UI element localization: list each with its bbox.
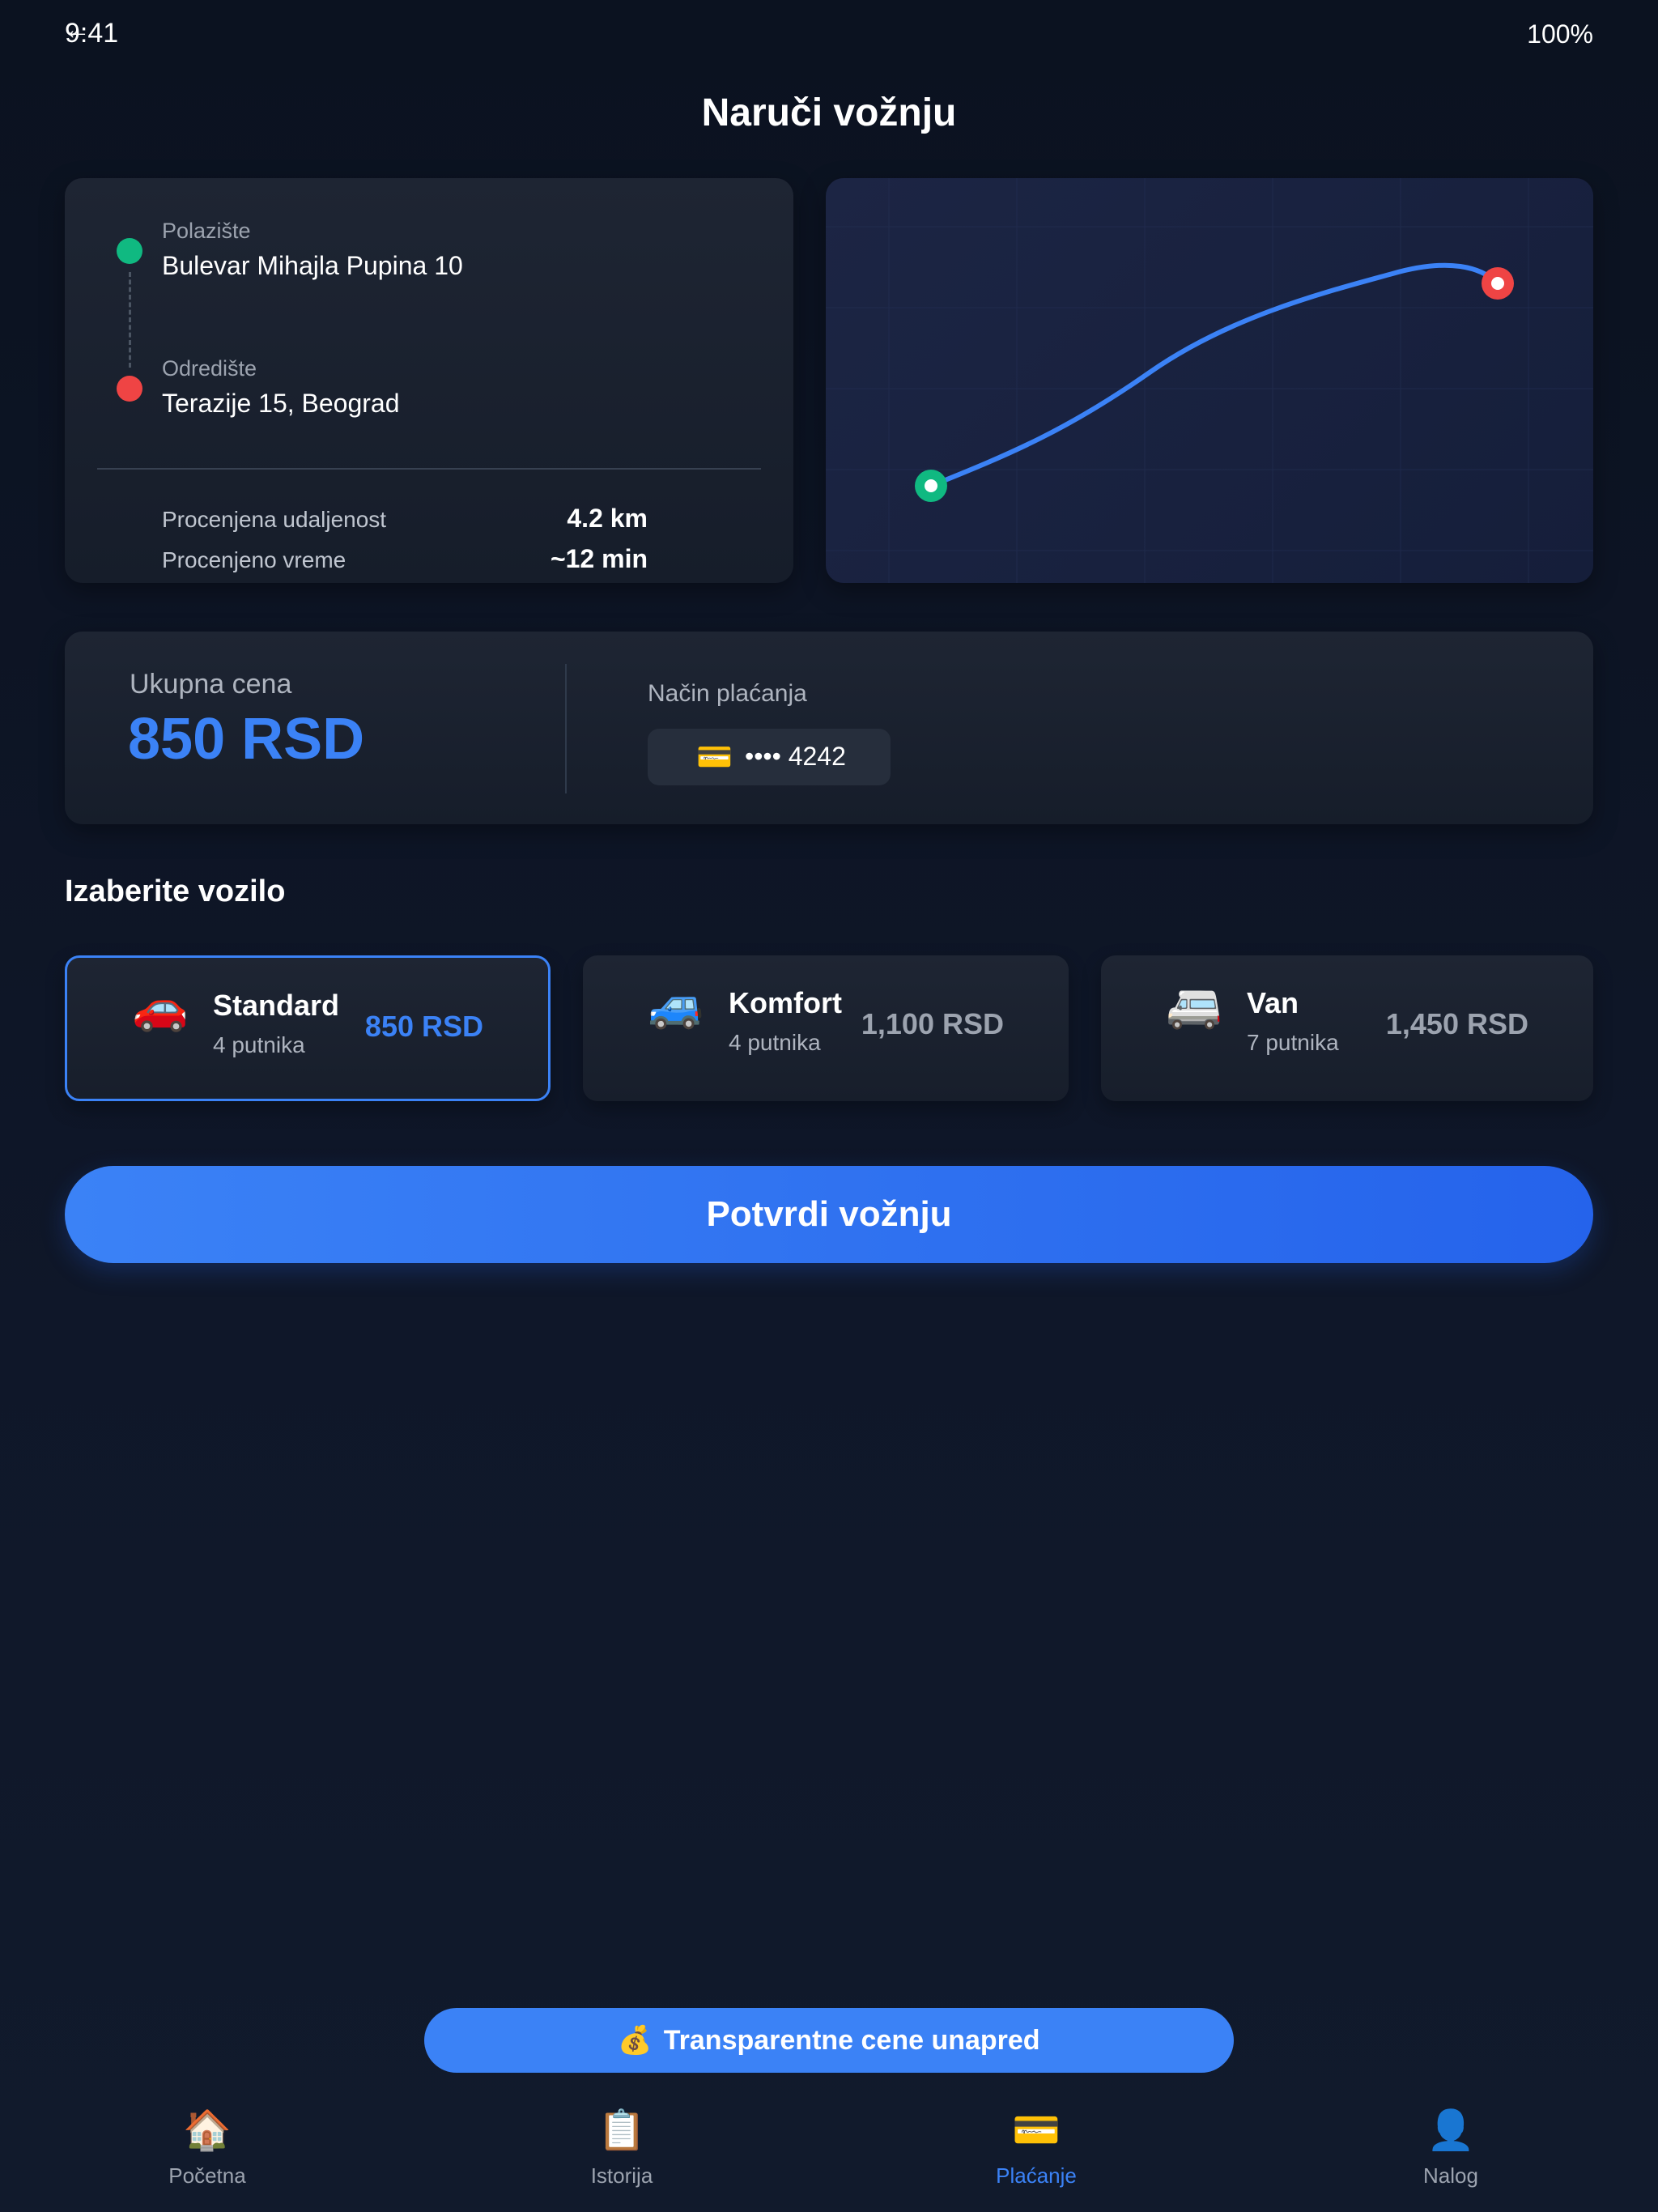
tab-history[interactable]: 📋 Istorija bbox=[500, 2105, 743, 2189]
vehicle-seats: 4 putnika bbox=[213, 1032, 305, 1057]
tab-label: Istorija bbox=[590, 2163, 653, 2188]
credit-card-icon: 💳 bbox=[1012, 2109, 1061, 2152]
tab-home[interactable]: 🏠 Početna bbox=[86, 2105, 329, 2189]
card-number: •••• 4242 bbox=[745, 742, 846, 771]
home-icon: 🏠 bbox=[183, 2109, 232, 2152]
tab-label: Početna bbox=[168, 2163, 246, 2188]
promo-banner[interactable]: 💰 Transparentne cene unapred bbox=[424, 2008, 1234, 2073]
price-divider bbox=[565, 664, 567, 793]
vehicle-price: 1,100 RSD bbox=[861, 1007, 1004, 1040]
tab-account[interactable]: 👤 Nalog bbox=[1329, 2105, 1572, 2189]
vehicle-option-van[interactable]: 🚐 Van 7 putnika 1,450 RSD bbox=[1101, 955, 1593, 1101]
vehicle-name: Standard bbox=[213, 989, 340, 1022]
promo-text: Transparentne cene unapred bbox=[663, 2024, 1040, 2056]
vehicle-section-title: Izaberite vozilo bbox=[65, 874, 286, 908]
destination-label: Odredište bbox=[162, 356, 257, 381]
total-price-value: 850 RSD bbox=[128, 707, 365, 772]
destination-address[interactable]: Terazije 15, Beograd bbox=[162, 389, 400, 419]
suv-icon: 🚙 bbox=[648, 979, 704, 1030]
map-svg bbox=[826, 178, 1593, 583]
route-map[interactable] bbox=[826, 178, 1593, 583]
user-icon: 👤 bbox=[1426, 2109, 1475, 2152]
clipboard-icon: 📋 bbox=[597, 2109, 646, 2152]
origin-address[interactable]: Bulevar Mihajla Pupina 10 bbox=[162, 251, 463, 281]
back-arrow-icon[interactable]: ← bbox=[63, 15, 91, 46]
tab-label: Plaćanje bbox=[996, 2163, 1077, 2188]
tab-payment[interactable]: 💳 Plaćanje bbox=[915, 2105, 1158, 2189]
vehicle-option-standard[interactable]: 🚗 Standard 4 putnika 850 RSD bbox=[65, 955, 551, 1101]
payment-method-label: Način plaćanja bbox=[648, 680, 807, 707]
vehicle-seats: 4 putnika bbox=[729, 1030, 821, 1055]
route-connector bbox=[129, 272, 131, 368]
car-icon: 🚗 bbox=[132, 981, 189, 1032]
vehicle-seats: 7 putnika bbox=[1247, 1030, 1339, 1055]
vehicle-option-komfort[interactable]: 🚙 Komfort 4 putnika 1,100 RSD bbox=[583, 955, 1069, 1101]
route-path bbox=[929, 262, 1500, 488]
origin-label: Polazište bbox=[162, 219, 251, 243]
status-battery: 100% bbox=[1527, 19, 1593, 49]
vehicle-price: 1,450 RSD bbox=[1385, 1007, 1528, 1040]
map-origin-marker-icon bbox=[915, 470, 947, 502]
map-destination-marker-icon bbox=[1482, 267, 1514, 300]
duration-label: Procenjeno vreme bbox=[162, 547, 346, 572]
destination-pin-icon bbox=[117, 376, 142, 402]
ride-order-screen: 9:41 ← 100% Naruči vožnju Polazište Bule… bbox=[0, 0, 1658, 2212]
duration-value: ~12 min bbox=[550, 544, 648, 573]
confirm-ride-button[interactable]: Potvrdi vožnju bbox=[65, 1166, 1593, 1263]
van-icon: 🚐 bbox=[1166, 979, 1222, 1030]
origin-pin-icon bbox=[117, 238, 142, 264]
vehicle-name: Van bbox=[1247, 986, 1299, 1019]
page-title: Naruči vožnju bbox=[701, 91, 957, 134]
map-grid bbox=[826, 178, 1593, 583]
vehicle-price: 850 RSD bbox=[364, 1010, 483, 1043]
credit-card-icon: 💳 bbox=[696, 740, 733, 773]
distance-value: 4.2 km bbox=[567, 504, 648, 533]
money-bag-icon: 💰 bbox=[618, 2025, 653, 2056]
tab-label: Nalog bbox=[1423, 2163, 1478, 2188]
route-divider bbox=[97, 468, 761, 470]
distance-label: Procenjena udaljenost bbox=[162, 507, 387, 532]
total-price-label: Ukupna cena bbox=[130, 669, 292, 700]
vehicle-name: Komfort bbox=[729, 986, 842, 1019]
